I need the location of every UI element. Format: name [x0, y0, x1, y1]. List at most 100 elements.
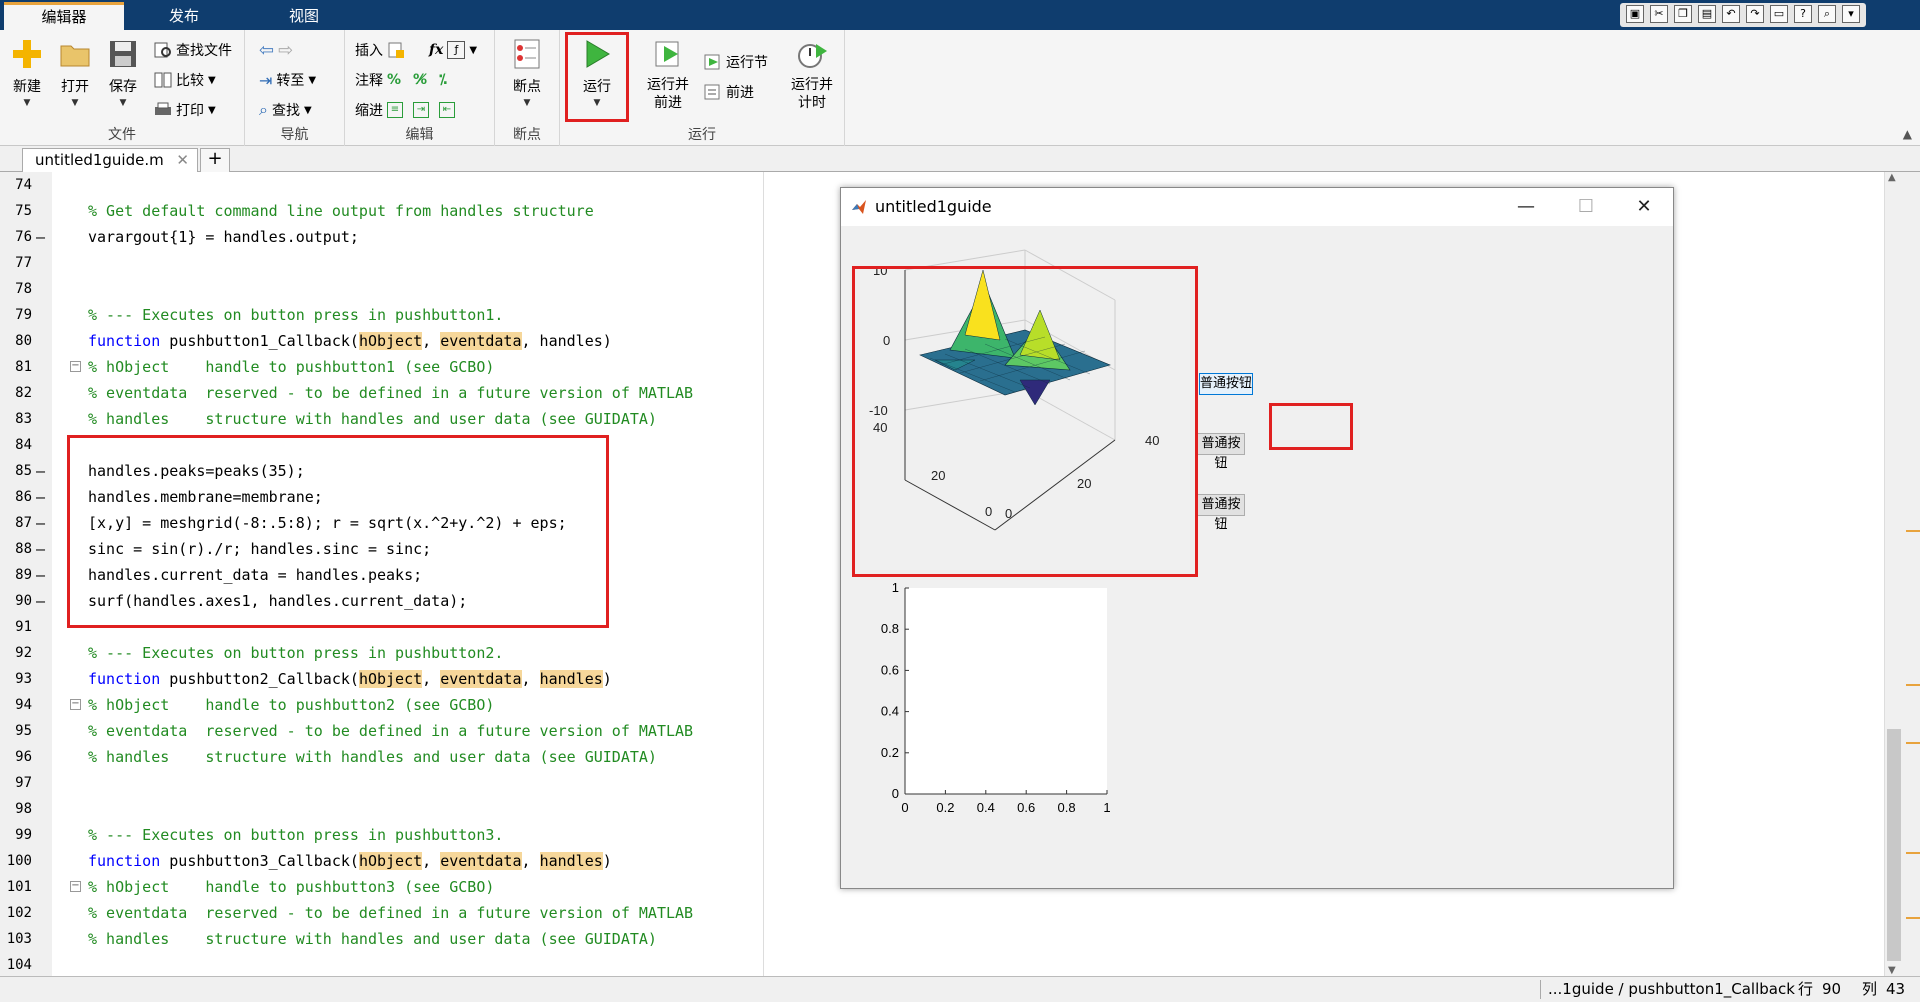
- code-line[interactable]: 97: [0, 770, 800, 796]
- pushbutton3[interactable]: 普通按钮: [1197, 494, 1245, 532]
- line-number[interactable]: 79: [0, 302, 32, 328]
- vertical-scrollbar[interactable]: ▲ ▼: [1884, 172, 1902, 976]
- code-line[interactable]: 75 % Get default command line output from…: [0, 198, 800, 224]
- line-number[interactable]: 82: [0, 380, 32, 406]
- breakpoint-marker[interactable]: —: [36, 484, 45, 510]
- breakpoints-button[interactable]: 断点 ▼: [502, 38, 552, 108]
- code-line[interactable]: 104: [0, 952, 800, 978]
- code-line[interactable]: 102 % eventdata reserved - to be defined …: [0, 900, 800, 926]
- indent-button[interactable]: 缩进 ≡ ⇥ ⇤: [355, 98, 455, 122]
- breakpoint-marker[interactable]: —: [36, 562, 45, 588]
- tab-untitled1guide[interactable]: untitled1guide.m ✕: [22, 148, 198, 172]
- scroll-down-icon[interactable]: ▼: [1888, 965, 1896, 976]
- search-icon[interactable]: ⌕: [1818, 5, 1836, 23]
- help-icon[interactable]: ?: [1794, 5, 1812, 23]
- paste-icon[interactable]: ▤: [1698, 5, 1716, 23]
- pushbutton1[interactable]: 普通按钮: [1199, 373, 1253, 395]
- message-marker[interactable]: [1906, 852, 1920, 854]
- compare-button[interactable]: 比较 ▼: [154, 68, 216, 92]
- new-button[interactable]: 新建 ▼: [2, 38, 52, 108]
- line-number[interactable]: 80: [0, 328, 32, 354]
- code-line[interactable]: 100 function pushbutton3_Callback(hObject…: [0, 848, 800, 874]
- breakpoint-marker[interactable]: —: [36, 510, 45, 536]
- undo-icon[interactable]: ↶: [1722, 5, 1740, 23]
- find-files-button[interactable]: 查找文件: [154, 38, 232, 62]
- uncomment-icon[interactable]: %̸: [413, 72, 427, 88]
- code-line[interactable]: 103 % handles structure with handles and …: [0, 926, 800, 952]
- code-line[interactable]: 92 % --- Executes on button press in push…: [0, 640, 800, 666]
- tab-editor[interactable]: 编辑器: [4, 2, 124, 30]
- save-icon[interactable]: ▣: [1626, 5, 1644, 23]
- line-number[interactable]: 83: [0, 406, 32, 432]
- minimize-button[interactable]: —: [1497, 188, 1555, 226]
- code-line[interactable]: 76— varargout{1} = handles.output;: [0, 224, 800, 250]
- copy-icon[interactable]: ❐: [1674, 5, 1692, 23]
- line-number[interactable]: 76: [0, 224, 32, 250]
- find-button[interactable]: ⌕ 查找 ▼: [259, 98, 312, 122]
- tab-view[interactable]: 视图: [244, 2, 364, 30]
- line-number[interactable]: 74: [0, 172, 32, 198]
- code-line[interactable]: 74: [0, 172, 800, 198]
- indent-increase-icon[interactable]: ⇥: [413, 102, 429, 118]
- line-number[interactable]: 93: [0, 666, 32, 692]
- line-number[interactable]: 89: [0, 562, 32, 588]
- line-number[interactable]: 88: [0, 536, 32, 562]
- axes2[interactable]: 1 0.8 0.6 0.4 0.2 00 0.2 0.4 0.6 0.8 1: [855, 558, 1155, 858]
- breakpoint-marker[interactable]: —: [36, 458, 45, 484]
- collapse-icon[interactable]: ▾: [1842, 5, 1860, 23]
- line-number[interactable]: 90: [0, 588, 32, 614]
- code-line[interactable]: 96 % handles structure with handles and u…: [0, 744, 800, 770]
- line-number[interactable]: 75: [0, 198, 32, 224]
- wrap-comments-icon[interactable]: ⁒: [439, 72, 447, 88]
- window-layout-icon[interactable]: ▭: [1770, 5, 1788, 23]
- scrollbar-thumb[interactable]: [1887, 729, 1901, 961]
- code-line[interactable]: 95 % eventdata reserved - to be defined i…: [0, 718, 800, 744]
- line-number[interactable]: 77: [0, 250, 32, 276]
- code-line[interactable]: 78: [0, 276, 800, 302]
- breakpoint-marker[interactable]: —: [36, 536, 45, 562]
- maximize-button[interactable]: ☐: [1557, 188, 1615, 226]
- message-marker[interactable]: [1906, 742, 1920, 744]
- line-number[interactable]: 85: [0, 458, 32, 484]
- code-line[interactable]: 82 % eventdata reserved - to be defined i…: [0, 380, 800, 406]
- code-line[interactable]: 77: [0, 250, 800, 276]
- collapse-toolstrip-icon[interactable]: ▲: [1903, 127, 1912, 141]
- line-number[interactable]: 97: [0, 770, 32, 796]
- message-marker[interactable]: [1906, 684, 1920, 686]
- line-number[interactable]: 104: [0, 952, 32, 978]
- line-number[interactable]: 86: [0, 484, 32, 510]
- insert-button[interactable]: 插入: [355, 38, 405, 62]
- line-number[interactable]: 102: [0, 900, 32, 926]
- back-forward-buttons[interactable]: ⇦ ⇨: [259, 38, 293, 62]
- fold-toggle-icon[interactable]: −: [70, 361, 81, 372]
- print-button[interactable]: 打印 ▼: [154, 98, 216, 122]
- breakpoint-marker[interactable]: —: [36, 588, 45, 614]
- save-button[interactable]: 保存 ▼: [98, 38, 148, 108]
- smart-indent-icon[interactable]: ≡: [387, 102, 403, 118]
- line-number[interactable]: 99: [0, 822, 32, 848]
- run-and-time-button[interactable]: 运行并 计时: [784, 38, 840, 112]
- close-window-button[interactable]: ✕: [1615, 188, 1673, 226]
- cut-icon[interactable]: ✂: [1650, 5, 1668, 23]
- scroll-up-icon[interactable]: ▲: [1888, 172, 1896, 183]
- line-number[interactable]: 96: [0, 744, 32, 770]
- goto-button[interactable]: ⇥ 转至 ▼: [259, 68, 316, 92]
- line-number[interactable]: 84: [0, 432, 32, 458]
- line-number[interactable]: 103: [0, 926, 32, 952]
- line-number[interactable]: 100: [0, 848, 32, 874]
- percent-icon[interactable]: %: [387, 72, 401, 88]
- message-marker[interactable]: [1906, 530, 1920, 532]
- fold-toggle-icon[interactable]: −: [70, 699, 81, 710]
- redo-icon[interactable]: ↷: [1746, 5, 1764, 23]
- code-line[interactable]: 79 % --- Executes on button press in push…: [0, 302, 800, 328]
- line-number[interactable]: 101: [0, 874, 32, 900]
- line-number[interactable]: 95: [0, 718, 32, 744]
- code-line[interactable]: 80 function pushbutton1_Callback(hObject,…: [0, 328, 800, 354]
- code-line[interactable]: 99 % --- Executes on button press in push…: [0, 822, 800, 848]
- code-line[interactable]: 98: [0, 796, 800, 822]
- open-button[interactable]: 打开 ▼: [50, 38, 100, 108]
- run-section-button[interactable]: 运行节: [704, 50, 768, 74]
- arrow-right-icon[interactable]: ⇨: [278, 40, 293, 61]
- line-number[interactable]: 91: [0, 614, 32, 640]
- line-number[interactable]: 81: [0, 354, 32, 380]
